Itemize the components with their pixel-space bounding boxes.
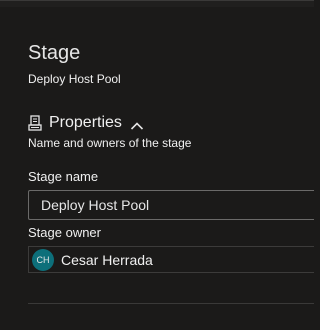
stage-panel: Stage Deploy Host Pool Properties Name a…	[0, 0, 314, 330]
properties-section-header[interactable]: Properties	[28, 112, 144, 134]
bottom-divider	[28, 303, 314, 304]
stage-title: Stage	[28, 42, 81, 64]
properties-title: Properties	[49, 114, 122, 131]
stage-name-input[interactable]	[28, 190, 314, 220]
stage-name-label: Stage name	[28, 169, 99, 184]
stage-owner-picker[interactable]: CH Cesar Herrada	[28, 246, 314, 273]
stage-owner-label: Stage owner	[28, 225, 101, 240]
stage-subtitle: Deploy Host Pool	[28, 72, 121, 86]
owner-name: Cesar Herrada	[61, 251, 153, 268]
properties-description: Name and owners of the stage	[28, 136, 192, 150]
chevron-up-icon[interactable]	[130, 118, 144, 130]
top-scroll-area	[0, 1, 314, 7]
properties-icon	[28, 115, 42, 131]
avatar: CH	[32, 248, 54, 271]
